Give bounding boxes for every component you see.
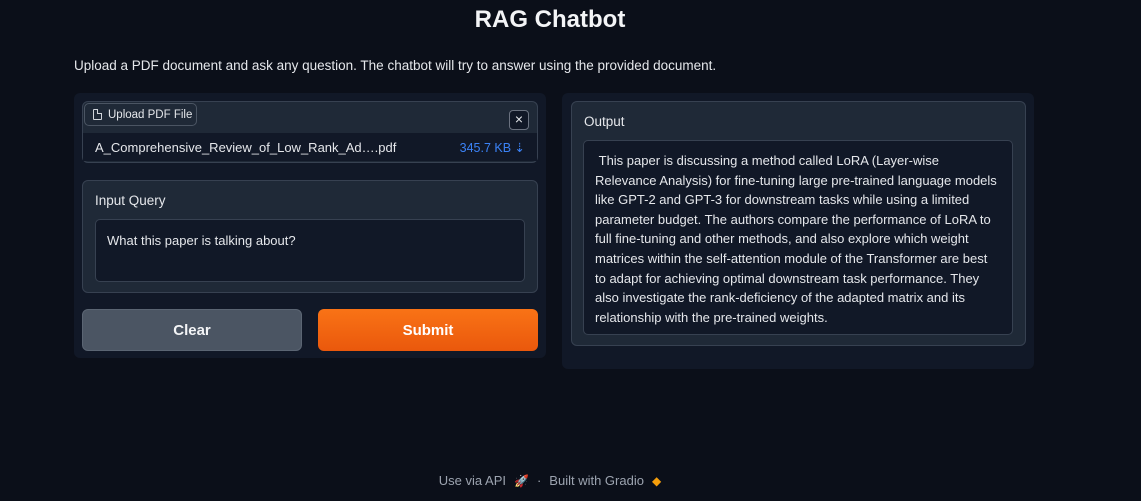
upload-pdf-tab[interactable]: Upload PDF File xyxy=(84,103,197,126)
query-input[interactable]: What this paper is talking about? xyxy=(95,219,525,282)
footer-separator: · xyxy=(536,473,542,488)
use-via-api-link[interactable]: Use via API xyxy=(439,473,506,488)
built-with-gradio-link[interactable]: Built with Gradio xyxy=(549,473,644,488)
clear-file-button[interactable]: × xyxy=(509,110,529,130)
file-name: A_Comprehensive_Review_of_Low_Rank_Ad….p… xyxy=(95,139,397,155)
output-label: Output xyxy=(584,114,625,129)
footer: Use via API 🚀 · Built with Gradio ◆ xyxy=(0,473,1100,488)
uploaded-file-row: A_Comprehensive_Review_of_Low_Rank_Ad….p… xyxy=(83,133,537,161)
rocket-icon: 🚀 xyxy=(514,473,529,488)
file-download-link[interactable]: 345.7 KB ⇣ xyxy=(460,140,525,155)
output-textarea[interactable]: This paper is discussing a method called… xyxy=(583,140,1013,335)
gradio-logo-icon: ◆ xyxy=(651,473,662,488)
page-description: Upload a PDF document and ask any questi… xyxy=(74,58,717,73)
clear-button[interactable]: Clear xyxy=(82,309,302,351)
upload-tab-label: Upload PDF File xyxy=(108,108,193,121)
page-title: RAG Chatbot xyxy=(474,6,626,33)
file-icon xyxy=(93,108,103,120)
app-page: RAG Chatbot Upload a PDF document and as… xyxy=(0,0,1141,501)
submit-button[interactable]: Submit xyxy=(318,309,538,351)
query-label: Input Query xyxy=(95,193,166,208)
